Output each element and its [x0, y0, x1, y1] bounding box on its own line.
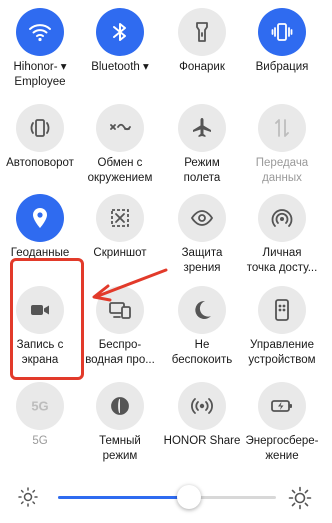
tile-toggle-button[interactable]: [258, 194, 306, 242]
bluetooth-icon: [113, 23, 126, 41]
dark-mode-icon: [111, 397, 129, 415]
tile-power-saving[interactable]: Энергосбере- жение: [242, 374, 322, 474]
tile-toggle-button[interactable]: 5G: [16, 382, 64, 430]
brightness-high-icon: [288, 486, 312, 510]
svg-text:5G: 5G: [31, 399, 48, 414]
tile-airplane[interactable]: Режим полета: [162, 96, 242, 196]
tile-toggle-button[interactable]: [258, 8, 306, 56]
tile-honor-share[interactable]: HONOR Share: [162, 374, 242, 474]
tile-label: Беспро- водная про...: [85, 339, 155, 366]
airplane-icon: [193, 118, 211, 137]
do-not-disturb-icon: [195, 300, 211, 319]
screenshot-icon: [111, 209, 129, 227]
share-nearby-icon: [110, 123, 131, 131]
tile-eye-comfort[interactable]: Защита зрения: [162, 186, 242, 286]
tile-label: Защита зрения: [181, 247, 223, 274]
tile-label-text: Hihonor-: [13, 61, 58, 73]
tile-label: Темный режим: [99, 435, 141, 462]
tile-label: Автоповорот: [6, 157, 74, 169]
tile-toggle-button[interactable]: [178, 286, 226, 334]
tile-toggle-button[interactable]: [258, 286, 306, 334]
brightness-low-icon: [18, 487, 38, 507]
tile-label-text: Bluetooth: [91, 61, 140, 73]
tile-wifi[interactable]: Hihonor- ▾ Employee: [0, 0, 80, 100]
tile-label: Передача данных: [255, 157, 309, 184]
tile-toggle-button[interactable]: [178, 382, 226, 430]
mobile-data-icon: [275, 119, 289, 137]
tile-toggle-button[interactable]: [178, 194, 226, 242]
tile-label: HONOR Share: [163, 435, 241, 447]
tile-label: Скриншот: [93, 247, 147, 259]
tile-label: Не беспокоить: [171, 339, 233, 366]
tile-mobile-data[interactable]: Передача данных: [242, 96, 322, 196]
tile-toggle-button[interactable]: [258, 104, 306, 152]
tile-device-control[interactable]: Управление устройством: [242, 278, 322, 378]
tile-do-not-disturb[interactable]: Не беспокоить: [162, 278, 242, 378]
5g-icon: 5G: [31, 399, 48, 414]
tile-label: Обмен с окружением: [87, 157, 153, 184]
wifi-icon: [29, 24, 51, 42]
tile-toggle-button[interactable]: [96, 104, 144, 152]
tile-auto-rotate[interactable]: Автоповорот: [0, 96, 80, 196]
hotspot-icon: [271, 209, 293, 227]
honor-share-icon: [191, 398, 213, 414]
tile-toggle-button[interactable]: [96, 382, 144, 430]
tile-label: Энергосбере- жение: [245, 435, 319, 462]
tile-vibration[interactable]: Вибрация: [242, 0, 322, 100]
device-control-icon: [275, 299, 289, 321]
tile-label: Bluetooth ▾: [80, 60, 160, 75]
brightness-slider[interactable]: [58, 485, 276, 509]
tile-5g[interactable]: 5G 5G: [0, 374, 80, 474]
tile-label: Hihonor- ▾ Employee: [0, 60, 80, 90]
tile-flashlight[interactable]: Фонарик: [162, 0, 242, 100]
tile-toggle-button[interactable]: [258, 382, 306, 430]
eye-comfort-icon: [190, 210, 214, 226]
tile-label: Управление устройством: [248, 339, 316, 366]
vibration-icon: [271, 23, 293, 41]
dropdown-caret-icon[interactable]: ▾: [140, 61, 149, 73]
tile-toggle-button[interactable]: [96, 194, 144, 242]
tile-toggle-button[interactable]: [16, 8, 64, 56]
power-saving-icon: [271, 400, 292, 412]
tile-label: 5G: [32, 435, 48, 447]
tile-label-text: Employee: [14, 76, 66, 88]
pointer-arrow: [92, 268, 168, 302]
flashlight-icon: [196, 22, 208, 42]
tile-toggle-button[interactable]: [178, 104, 226, 152]
auto-rotate-icon: [30, 119, 50, 137]
tile-toggle-button[interactable]: [16, 194, 64, 242]
tile-toggle-button[interactable]: [96, 8, 144, 56]
tile-dark-mode[interactable]: Темный режим: [80, 374, 160, 474]
tile-toggle-button[interactable]: [16, 104, 64, 152]
tile-share-nearby[interactable]: Обмен с окружением: [80, 96, 160, 196]
brightness-slider-fill: [58, 496, 189, 499]
dropdown-caret-icon[interactable]: ▾: [58, 61, 67, 73]
highlight-box: [10, 258, 84, 380]
tile-label: Режим полета: [183, 157, 221, 184]
brightness-slider-thumb[interactable]: [176, 485, 201, 509]
tile-hotspot[interactable]: Личная точка досту...: [242, 186, 322, 286]
tile-bluetooth[interactable]: Bluetooth ▾: [80, 0, 160, 100]
tile-toggle-button[interactable]: [178, 8, 226, 56]
tile-label: Личная точка досту...: [246, 247, 318, 274]
tile-label: Вибрация: [255, 61, 309, 73]
tile-label: Фонарик: [179, 61, 225, 73]
location-icon: [33, 208, 47, 228]
